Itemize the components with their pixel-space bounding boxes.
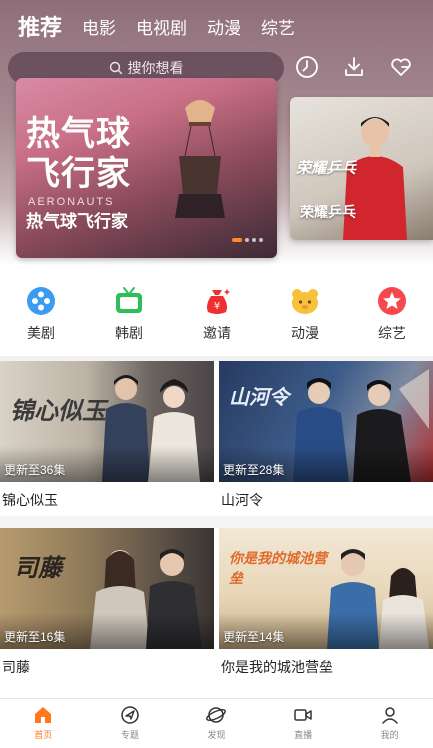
pagination-dot <box>232 238 242 242</box>
tv-icon <box>116 287 142 313</box>
tab-variety[interactable]: 综艺 <box>261 14 295 39</box>
category-korean-drama[interactable]: 韩剧 <box>94 285 164 343</box>
show-poster: 司藤 更新至16集 <box>0 528 214 649</box>
bottom-tab-topic[interactable]: 专题 <box>87 699 174 748</box>
banner2-caption: 荣耀乒乓 <box>300 204 356 220</box>
show-card[interactable]: 司藤 更新至16集 司藤 <box>0 528 214 677</box>
bottom-nav: 首页 专题 发现 直播 我的 <box>0 698 433 748</box>
category-american-drama[interactable]: 美剧 <box>6 285 76 343</box>
variety-star-icon <box>378 287 406 315</box>
poster-title-art: 山河令 <box>229 387 289 409</box>
category-label: 美剧 <box>27 325 55 341</box>
bottom-tab-profile[interactable]: 我的 <box>346 699 433 748</box>
live-icon <box>294 709 312 721</box>
show-title: 你是我的城池营垒 <box>221 659 333 675</box>
search-placeholder: 搜你想看 <box>127 60 184 76</box>
tab-recommend[interactable]: 推荐 <box>18 10 62 42</box>
tab-movie[interactable]: 电影 <box>82 14 116 39</box>
show-card[interactable]: 山河令 更新至28集 山河令 <box>219 361 433 510</box>
category-anime[interactable]: 动漫 <box>270 285 340 343</box>
bottom-tab-label: 直播 <box>294 730 313 740</box>
banner-title-art: 热气球飞行家 <box>26 115 131 193</box>
favorite-icon[interactable] <box>388 54 414 80</box>
poster-title-art: 锦心似玉 <box>10 398 106 425</box>
topic-icon <box>121 706 139 724</box>
anime-bear-icon <box>292 289 318 314</box>
category-label: 综艺 <box>378 325 406 341</box>
bottom-tab-discover[interactable]: 发现 <box>173 699 260 748</box>
show-poster: 锦心似玉 更新至36集 <box>0 361 214 482</box>
svg-text:¥: ¥ <box>214 301 220 312</box>
american-drama-icon <box>27 287 55 315</box>
profile-icon <box>381 707 398 724</box>
episode-badge: 更新至16集 <box>4 630 66 644</box>
show-poster: 你是我的城池营垒 更新至14集 <box>219 528 433 649</box>
invite-money-bag-icon: ¥ <box>207 289 230 314</box>
bottom-tab-live[interactable]: 直播 <box>260 699 347 748</box>
bottom-tab-home[interactable]: 首页 <box>0 699 87 748</box>
banner2-title-art: 荣耀乒乓 <box>296 160 357 177</box>
tab-tv-series[interactable]: 电视剧 <box>136 14 187 39</box>
tab-anime[interactable]: 动漫 <box>207 14 241 39</box>
category-variety[interactable]: 综艺 <box>357 285 427 343</box>
episode-badge: 更新至14集 <box>223 630 285 644</box>
show-poster: 山河令 更新至28集 <box>219 361 433 482</box>
poster-title-art: 司藤 <box>14 555 62 582</box>
bottom-tab-label: 发现 <box>207 730 226 740</box>
show-card[interactable]: 锦心似玉 更新至36集 锦心似玉 <box>0 361 214 510</box>
top-nav: 推荐 电影 电视剧 动漫 综艺 <box>0 8 433 44</box>
row-separator <box>0 516 433 528</box>
bottom-tab-label: 专题 <box>120 730 139 740</box>
show-title: 锦心似玉 <box>2 492 58 508</box>
banner-secondary[interactable]: 荣耀乒乓 荣耀乒乓 <box>290 97 433 240</box>
banner-main[interactable]: 热气球飞行家 AERONAUTS 热气球飞行家 <box>16 78 277 258</box>
bottom-tab-label: 首页 <box>34 730 53 740</box>
balloon-illustration <box>175 100 225 218</box>
banner-caption: 热气球飞行家 <box>26 212 128 231</box>
download-icon[interactable] <box>341 54 367 80</box>
pagination-dot <box>245 238 249 242</box>
search-icon <box>109 61 122 75</box>
home-icon <box>35 707 52 723</box>
poster-title-art: 你是我的城池营垒 <box>229 550 327 586</box>
show-title: 山河令 <box>221 492 263 508</box>
category-label: 动漫 <box>291 325 319 341</box>
pagination-dot <box>252 238 256 242</box>
show-card[interactable]: 你是我的城池营垒 更新至14集 你是我的城池营垒 <box>219 528 433 677</box>
history-icon[interactable] <box>294 54 320 80</box>
episode-badge: 更新至28集 <box>223 463 285 477</box>
discover-icon <box>206 707 227 723</box>
category-label: 邀请 <box>203 325 231 341</box>
category-label: 韩剧 <box>115 325 143 341</box>
bottom-tab-label: 我的 <box>380 730 399 740</box>
show-title: 司藤 <box>2 659 30 675</box>
banner-pagination <box>232 238 263 242</box>
category-row: 美剧 韩剧 ¥ 邀请 动漫 综艺 <box>0 285 433 345</box>
episode-badge: 更新至36集 <box>4 463 66 477</box>
pagination-dot <box>259 238 263 242</box>
category-invite[interactable]: ¥ 邀请 <box>182 285 252 343</box>
